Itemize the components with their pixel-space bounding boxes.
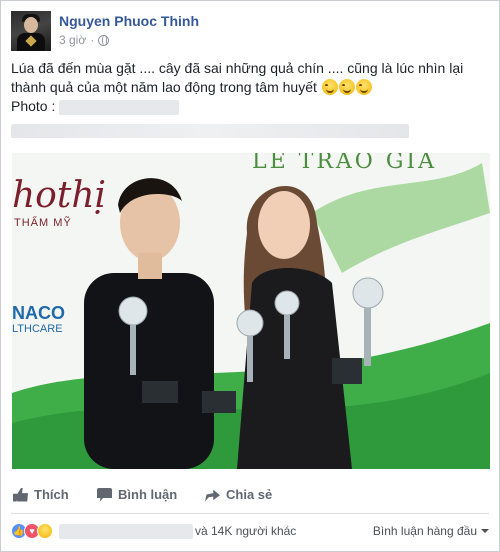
facebook-post: Nguyen Phuoc Thinh 3 giờ · Lúa đã đến mù… (0, 0, 500, 552)
reaction-count[interactable]: và 14K người khác (195, 524, 296, 538)
post-photo[interactable]: LỄ TRAO GIẢ hothị THẨM MỸ NACO LTHCARE (12, 153, 490, 469)
post-text-line-2: thành quả của một năm lao động trong tâm… (11, 78, 491, 97)
like-icon (13, 487, 28, 502)
post-text-line-1: Lúa đã đến mùa gặt .... cây đã sai những… (11, 60, 464, 76)
comment-icon (97, 487, 112, 502)
haha-reaction-icon[interactable] (37, 523, 53, 539)
globe-icon (98, 34, 110, 46)
like-button[interactable]: Thích (13, 487, 69, 502)
avatar[interactable] (11, 11, 51, 51)
divider (11, 513, 489, 514)
photo-brand-sub: THẨM MỸ (14, 217, 72, 229)
post-actions: Thích Bình luận Chia sẻ (1, 479, 499, 513)
reactions-bar: 👍 ♥ và 14K người khác Bình luận hàng đầu (1, 519, 499, 545)
comment-button[interactable]: Bình luận (97, 487, 177, 502)
post-meta: 3 giờ · (59, 33, 110, 47)
grin-emoji-icon (355, 79, 372, 95)
redacted-text (11, 124, 409, 138)
author-name[interactable]: Nguyen Phuoc Thinh (59, 13, 199, 29)
photo-banner-text: LỄ TRAO GIẢ (252, 153, 437, 174)
photo-brand-name: hothị (12, 175, 107, 216)
photo-sponsor-sub: LTHCARE (12, 323, 63, 335)
post-time[interactable]: 3 giờ (59, 33, 86, 47)
photo-sponsor: NACO (12, 303, 65, 323)
grin-emoji-icon (338, 79, 355, 95)
redacted-reactor-names (59, 524, 193, 539)
share-icon (205, 489, 220, 502)
comment-sort-dropdown[interactable]: Bình luận hàng đầu (373, 524, 489, 538)
post-text-line-3: Photo : (11, 97, 491, 116)
redacted-name (59, 99, 180, 115)
grin-emoji-icon (321, 79, 338, 95)
caret-down-icon (481, 529, 489, 533)
post-text: Lúa đã đến mùa gặt .... cây đã sai những… (11, 59, 491, 116)
post-header: Nguyen Phuoc Thinh 3 giờ · (11, 11, 491, 51)
share-button[interactable]: Chia sẻ (205, 487, 272, 502)
